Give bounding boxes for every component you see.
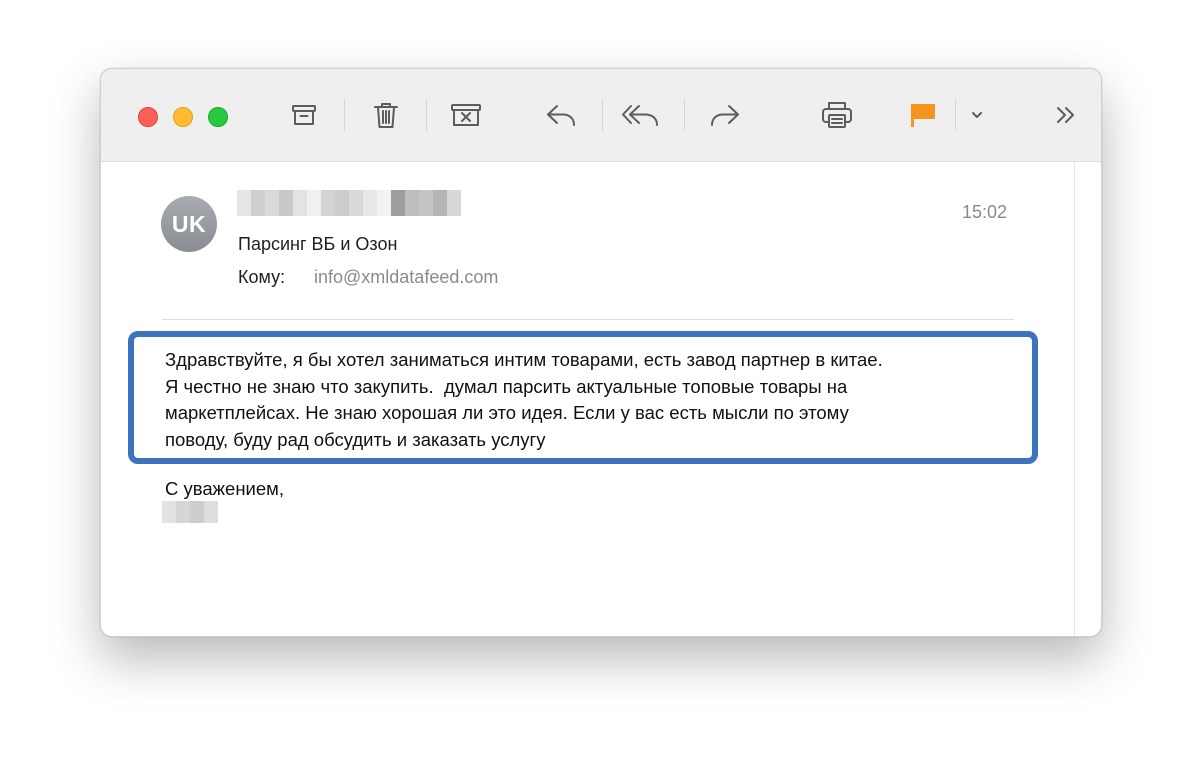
avatar: UK (161, 196, 217, 252)
reply-all-button[interactable] (621, 97, 661, 133)
body-line: поводу, буду рад обсудить и заказать усл… (165, 428, 546, 450)
archive-button[interactable] (284, 97, 324, 133)
trash-icon (372, 100, 400, 130)
delete-button[interactable] (366, 97, 406, 133)
flag-menu-button[interactable] (957, 97, 997, 133)
reply-all-icon (620, 101, 662, 129)
junk-icon (449, 101, 483, 129)
header-divider (162, 319, 1014, 320)
avatar-initials: UK (171, 210, 207, 237)
to-label: Кому: (238, 267, 286, 287)
message-time: 15:02 (962, 202, 1008, 222)
toolbar-separator (955, 99, 956, 131)
archive-icon (290, 101, 318, 129)
toolbar (101, 69, 1101, 162)
scrollbar[interactable] (1074, 162, 1101, 636)
print-icon (820, 100, 854, 130)
maximize-window-button[interactable] (208, 107, 228, 127)
body-line: Здравствуйте, я бы хотел заниматься инти… (165, 349, 883, 370)
signature-redacted (162, 501, 218, 523)
more-toolbar-button[interactable] (1046, 97, 1086, 133)
minimize-window-button[interactable] (173, 107, 193, 127)
chevron-down-icon (970, 110, 984, 120)
message-body: Здравствуйте, я бы хотел заниматься инти… (165, 347, 1045, 453)
sign-off: С уважением, (165, 478, 285, 499)
close-window-button[interactable] (138, 107, 158, 127)
flag-button[interactable] (903, 97, 943, 133)
reply-icon (544, 101, 578, 129)
flag-icon (908, 101, 938, 129)
recipient-address[interactable]: info@xmldatafeed.com (314, 267, 498, 288)
junk-button[interactable] (446, 97, 486, 133)
message-subject: Парсинг ВБ и Озон (238, 234, 398, 254)
message-view: UK Парсинг ВБ и Озон Кому: info@xmldataf… (101, 162, 1101, 636)
forward-button[interactable] (705, 97, 745, 133)
mail-window: UK Парсинг ВБ и Озон Кому: info@xmldataf… (100, 68, 1102, 637)
body-line: маркетплейсах. Не знаю хорошая ли это ид… (165, 402, 849, 423)
forward-icon (708, 101, 742, 129)
toolbar-separator (426, 99, 427, 131)
toolbar-separator (684, 99, 685, 131)
sender-name-redacted (237, 190, 461, 216)
toolbar-separator (602, 99, 603, 131)
print-button[interactable] (817, 97, 857, 133)
body-line: Я честно не знаю что закупить. думал пар… (165, 375, 848, 397)
reply-button[interactable] (541, 97, 581, 133)
more-icon (1054, 104, 1078, 126)
toolbar-separator (344, 99, 345, 131)
